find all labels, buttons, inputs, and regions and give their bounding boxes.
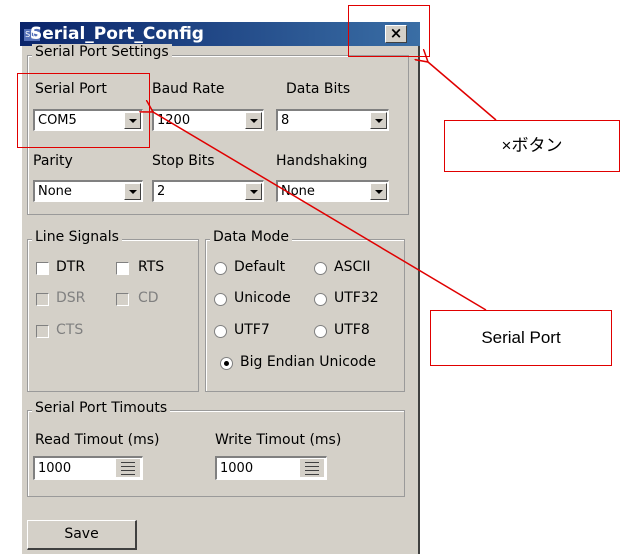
serial-port-callout-arrow bbox=[153, 112, 487, 311]
annotation-arrows bbox=[0, 0, 497, 311]
close-callout-arrow bbox=[428, 62, 497, 121]
